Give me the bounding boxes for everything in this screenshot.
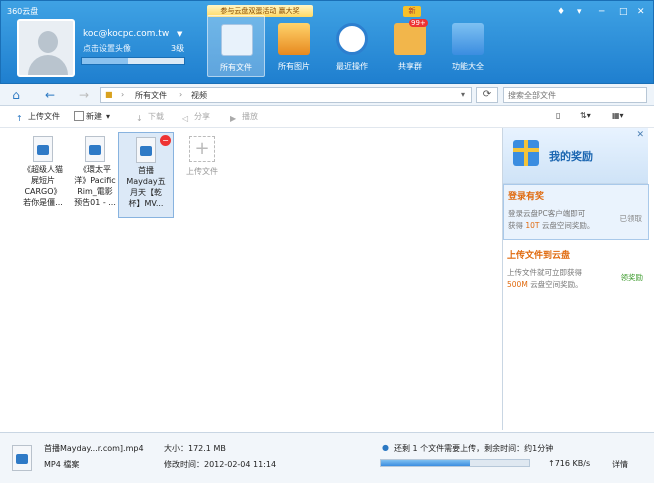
breadcrumb-current[interactable]: 视频 bbox=[191, 90, 207, 101]
detail-link[interactable]: 详情 bbox=[612, 459, 628, 470]
status-bar: 首播Mayday...r.com].mp4 MP4 檔案 大小：172.1 MB… bbox=[0, 432, 654, 483]
notification-badge: 99+ bbox=[409, 19, 428, 27]
upload-slot[interactable]: + 上传文件 bbox=[182, 134, 222, 194]
app-title: 360云盘 bbox=[7, 7, 39, 16]
reward-item: 上传文件到云盘 上传文件就可立即获得 500M 云盘空间奖励。 领奖励 bbox=[507, 251, 644, 289]
file-item[interactable]: 《超级人猫 屍短片 CARGO》 若你是僵... bbox=[16, 132, 70, 218]
panel-header: 我的奖励 ✕ bbox=[503, 128, 648, 184]
status-file-size: 大小：172.1 MB bbox=[164, 444, 226, 453]
upload-icon: ↑ bbox=[16, 114, 23, 123]
app-header: 360云盘 参与云盘双蛋活动 赢大奖 新 ♦ ▾ ─ □ ✕ koc@kocpc… bbox=[0, 0, 654, 84]
storage-progress bbox=[81, 57, 185, 65]
toolbox-icon bbox=[452, 23, 484, 55]
menu-icon[interactable]: ▾ bbox=[577, 7, 582, 17]
file-item[interactable]: 《環太平 洋》Pacific Rim_電影 预告01 - ... bbox=[68, 132, 122, 218]
reward-status: 已领取 bbox=[619, 214, 643, 223]
new-icon bbox=[74, 111, 84, 121]
video-file-icon bbox=[33, 136, 53, 162]
play-icon: ▶ bbox=[230, 114, 237, 123]
chevron-down-icon[interactable]: ▼ bbox=[177, 30, 182, 38]
share-icon: ◁ bbox=[182, 114, 189, 123]
upload-remaining: 还剩 1 个文件需要上传，剩余时间：约1分钟 bbox=[394, 444, 554, 453]
user-email[interactable]: koc@kocpc.com.tw bbox=[83, 29, 169, 39]
info-icon: ● bbox=[382, 443, 389, 452]
view-grid-icon[interactable]: ▦▾ bbox=[612, 111, 624, 120]
file-list: 《超级人猫 屍短片 CARGO》 若你是僵... 《環太平 洋》Pacific Rim_電… bbox=[6, 130, 500, 430]
status-mtime: 修改时间：2012-02-04 11:14 bbox=[164, 460, 277, 469]
gift-icon bbox=[513, 140, 539, 166]
group-icon bbox=[394, 23, 426, 55]
download-icon: ↓ bbox=[136, 114, 143, 123]
search-input[interactable] bbox=[503, 87, 647, 103]
set-avatar-link[interactable]: 点击设置头像 bbox=[83, 43, 131, 54]
chevron-down-icon[interactable]: ▾ bbox=[461, 90, 465, 99]
skin-icon[interactable]: ♦ bbox=[557, 7, 565, 17]
file-item-selected[interactable]: − 首播 Mayday五 月天【乾 杯】MV... bbox=[118, 132, 174, 218]
upload-speed: ↑716 KB/s bbox=[548, 459, 591, 468]
folder-icon: ■ bbox=[105, 90, 113, 99]
tab-all-files[interactable]: 所有文件 bbox=[207, 15, 265, 77]
collapse-icon[interactable]: ✕ bbox=[636, 130, 644, 140]
clock-icon bbox=[336, 23, 368, 55]
breadcrumb-root[interactable]: 所有文件 bbox=[135, 90, 167, 101]
back-icon[interactable]: ← bbox=[40, 86, 60, 104]
video-file-icon bbox=[136, 137, 156, 163]
tab-all-pictures[interactable]: 所有图片 bbox=[265, 15, 323, 77]
share-button[interactable]: ◁ 分享 bbox=[182, 111, 210, 124]
refresh-button[interactable]: ⟳ bbox=[476, 87, 498, 103]
minimize-icon[interactable]: ─ bbox=[599, 7, 604, 17]
play-button[interactable]: ▶ 播放 bbox=[230, 111, 258, 124]
action-toolbar: ↑ 上传文件 新建 ▾ ↓ 下载 ◁ 分享 ▶ 播放 ▯ ⇅▾ ▦▾ bbox=[0, 106, 654, 128]
tab-features[interactable]: 功能大全 bbox=[439, 15, 497, 77]
user-level: 3级 bbox=[171, 44, 185, 53]
picture-icon bbox=[278, 23, 310, 55]
cloud-icon bbox=[221, 24, 253, 56]
download-button[interactable]: ↓ 下载 bbox=[136, 111, 164, 124]
status-file-type: MP4 檔案 bbox=[44, 460, 80, 469]
panel-title: 我的奖励 bbox=[549, 150, 593, 163]
new-button[interactable]: 新建 ▾ bbox=[74, 111, 110, 122]
remove-icon[interactable]: − bbox=[160, 135, 171, 146]
forward-icon[interactable]: → bbox=[74, 86, 94, 104]
plus-icon: + bbox=[189, 136, 215, 162]
video-file-icon bbox=[12, 445, 32, 471]
tab-share-group[interactable]: 99+ 共享群 bbox=[381, 15, 439, 77]
reward-item: 登录有奖 登录云盘PC客户端即可 获得 10T 云盘空间奖励。 已领取 bbox=[503, 184, 649, 240]
sort-icon[interactable]: ⇅▾ bbox=[580, 111, 591, 120]
maximize-icon[interactable]: □ bbox=[619, 7, 628, 17]
upload-button[interactable]: ↑ 上传文件 bbox=[16, 111, 60, 124]
video-file-icon bbox=[85, 136, 105, 162]
rewards-panel: 我的奖励 ✕ 登录有奖 登录云盘PC客户端即可 获得 10T 云盘空间奖励。 已领… bbox=[502, 128, 649, 430]
breadcrumb[interactable]: ■ › 所有文件 › 视频 ▾ bbox=[100, 87, 472, 103]
panel-toggle-icon[interactable]: ▯ bbox=[556, 111, 560, 120]
status-file-name: 首播Mayday...r.com].mp4 bbox=[44, 444, 144, 453]
close-icon[interactable]: ✕ bbox=[637, 7, 645, 17]
home-icon[interactable]: ⌂ bbox=[6, 86, 26, 104]
upload-progress bbox=[380, 459, 530, 467]
claim-reward-link[interactable]: 领奖励 bbox=[621, 272, 644, 283]
avatar[interactable] bbox=[17, 19, 75, 77]
tab-recent[interactable]: 最近操作 bbox=[323, 15, 381, 77]
navigation-bar: ⌂ ← → ■ › 所有文件 › 视频 ▾ ⟳ bbox=[0, 84, 654, 106]
